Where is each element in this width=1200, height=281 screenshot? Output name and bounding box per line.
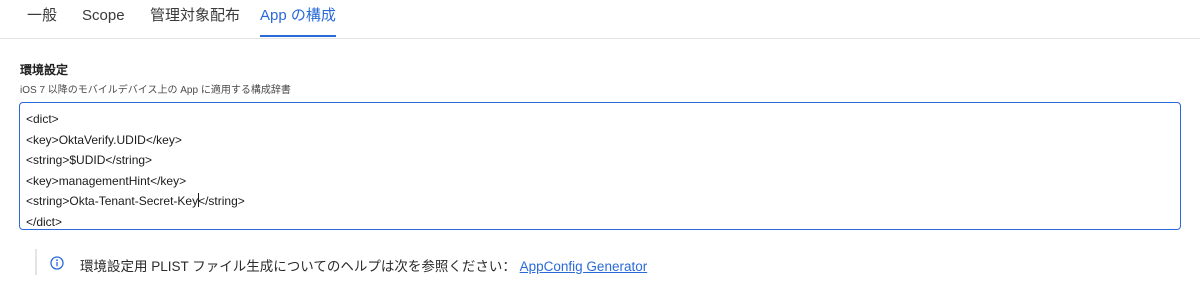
help-message: 環境設定用 PLIST ファイル生成についてのヘルプは次を参照ください： (80, 259, 516, 274)
section-description: iOS 7 以降のモバイルデバイス上の App に適用する構成辞書 (20, 85, 291, 96)
config-line-before-caret: <string>Okta-Tenant-Secret-Key (26, 194, 199, 209)
config-line: <key>managementHint</key> (26, 173, 187, 188)
info-circle-icon (50, 256, 64, 270)
appconfig-generator-link[interactable]: AppConfig Generator (520, 259, 648, 274)
section-title: 環境設定 (20, 63, 69, 77)
tab-app-config[interactable]: App の構成 (260, 0, 336, 37)
config-line: </dict> (26, 214, 63, 229)
config-line-after-caret: </string> (198, 194, 245, 209)
help-divider (35, 249, 37, 275)
config-line-with-caret: <string>Okta-Tenant-Secret-Key</string> (26, 191, 1180, 212)
tab-bar: 一般 Scope 管理対象配布 App の構成 (0, 0, 1200, 39)
config-line: <string>$UDID</string> (26, 153, 153, 168)
tab-scope[interactable]: Scope (82, 0, 125, 37)
tab-managed-distribution[interactable]: 管理対象配布 (150, 0, 240, 37)
config-textarea[interactable]: <dict> <key>OktaVerify.UDID</key> <strin… (19, 102, 1181, 230)
tab-general[interactable]: 一般 (27, 0, 57, 37)
config-line: <dict> (26, 112, 59, 126)
help-text: 環境設定用 PLIST ファイル生成についてのヘルプは次を参照ください： App… (80, 255, 647, 275)
config-line: <key>OktaVerify.UDID</key> (26, 132, 182, 147)
